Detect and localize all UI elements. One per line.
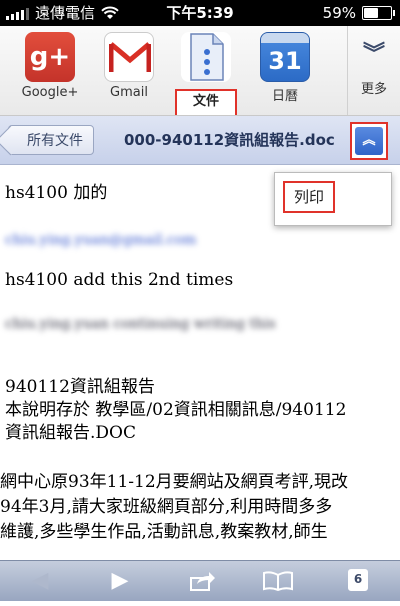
tabs-count-badge: 6: [348, 569, 368, 591]
app-label: 日曆: [271, 89, 298, 104]
double-chevron-down-icon: ︾: [362, 42, 385, 67]
docs-icon: [181, 32, 231, 82]
doc-line: hs4100 加的: [5, 183, 108, 203]
tabs-button[interactable]: 6: [338, 561, 378, 601]
app-docs[interactable]: [173, 32, 239, 82]
tab-docs-active[interactable]: 文件: [175, 89, 237, 115]
doc-heading: 940112資訊組報告: [5, 377, 155, 397]
blurred-line: chiu.ying.yuan continuing writing this: [5, 316, 276, 332]
document-title: 000-940112資訊組報告.doc: [124, 131, 335, 149]
gmail-icon: [104, 32, 154, 82]
blurred-email: chiu.ying.yuan@gmail.com: [5, 232, 197, 248]
calendar-icon: 31: [260, 32, 310, 82]
back-icon[interactable]: ◀: [20, 561, 60, 601]
app-label: Gmail: [110, 85, 148, 100]
app-gmail[interactable]: Gmail: [96, 32, 162, 100]
back-button-label: 所有文件: [27, 133, 83, 149]
more-label: 更多: [360, 82, 387, 97]
browser-toolbar: ◀ ▶ 6: [0, 560, 400, 601]
doc-line: 資訊組報告.DOC: [5, 423, 136, 443]
app-label: Google+: [21, 85, 79, 100]
double-chevron-up-icon: ︽: [355, 127, 383, 155]
doc-line: 本說明存於 教學區/02資訊相關訊息/940112: [5, 400, 347, 420]
document-menu-popup: 列印: [274, 172, 392, 226]
google-plus-icon: g+: [25, 32, 75, 82]
bookmarks-icon[interactable]: [258, 561, 298, 601]
more-apps-button[interactable]: ︾ 更多: [347, 26, 400, 115]
doc-line: hs4100 add this 2nd times: [5, 270, 234, 290]
doc-paragraph-line: 網中心原93年11-12月要網站及網頁考評,現改: [0, 472, 349, 492]
battery-percent: 59%: [322, 4, 356, 22]
battery-icon: [362, 6, 395, 20]
forward-icon[interactable]: ▶: [100, 561, 140, 601]
status-bar: 遠傳電信 下午5:39 59%: [0, 0, 400, 26]
print-menu-item[interactable]: 列印: [283, 181, 335, 213]
app-calendar[interactable]: 31 日曆: [252, 32, 318, 104]
document-menu-button[interactable]: ︽: [350, 122, 388, 160]
all-documents-back-button[interactable]: 所有文件: [8, 125, 94, 155]
share-icon[interactable]: [182, 561, 222, 601]
app-google-plus[interactable]: g+ Google+: [17, 32, 83, 100]
document-nav-bar: 所有文件 000-940112資訊組報告.doc: [0, 116, 400, 165]
doc-paragraph-line: 維護,多些學生作品,活動訊息,教案教材,師生: [0, 522, 328, 542]
doc-paragraph-line: 94年3月,請大家班級網頁部分,利用時間多多: [0, 497, 333, 517]
